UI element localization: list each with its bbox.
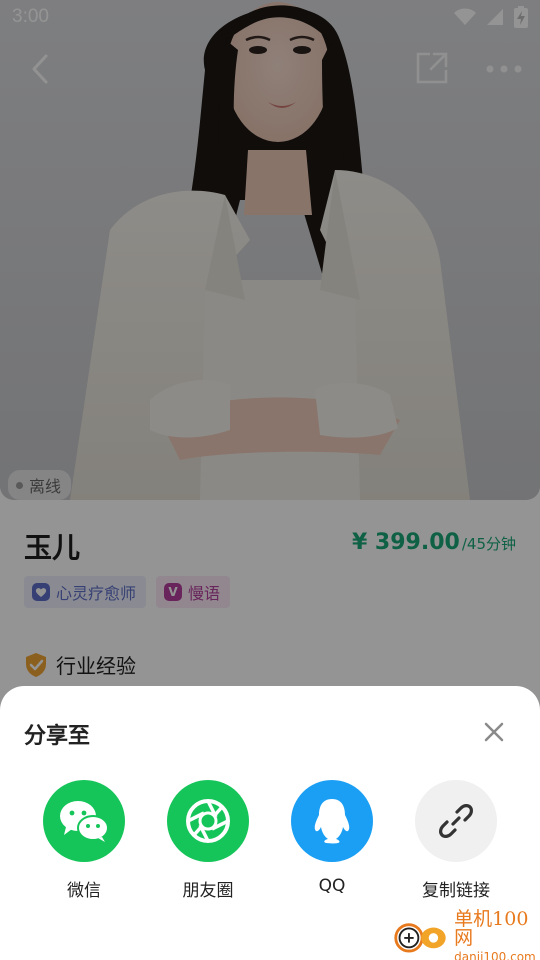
watermark-text: 单机100网 danji100.com	[454, 907, 540, 960]
share-option-label: 复制链接	[422, 881, 490, 901]
close-icon[interactable]	[478, 716, 510, 748]
moments-icon[interactable]	[167, 780, 249, 862]
share-options: 微信 朋友圈 QQ 复制链接	[0, 780, 540, 910]
site-watermark: 单机100网 danji100.com	[392, 909, 540, 960]
share-option-label: 微信	[67, 881, 101, 901]
watermark-sub: danji100.com	[454, 949, 536, 960]
watermark-logo-icon	[394, 923, 446, 953]
qq-icon[interactable]	[291, 780, 373, 862]
share-wechat-button[interactable]: 微信	[24, 780, 144, 901]
share-qq-button[interactable]: QQ	[272, 780, 392, 896]
link-icon[interactable]	[415, 780, 497, 862]
watermark-main: 单机100网	[454, 907, 529, 949]
share-moments-button[interactable]: 朋友圈	[148, 780, 268, 901]
share-option-label: QQ	[318, 876, 346, 896]
share-sheet-title: 分享至	[24, 724, 91, 749]
share-option-label: 朋友圈	[182, 881, 234, 901]
wechat-icon[interactable]	[43, 780, 125, 862]
copy-link-button[interactable]: 复制链接	[396, 780, 516, 901]
